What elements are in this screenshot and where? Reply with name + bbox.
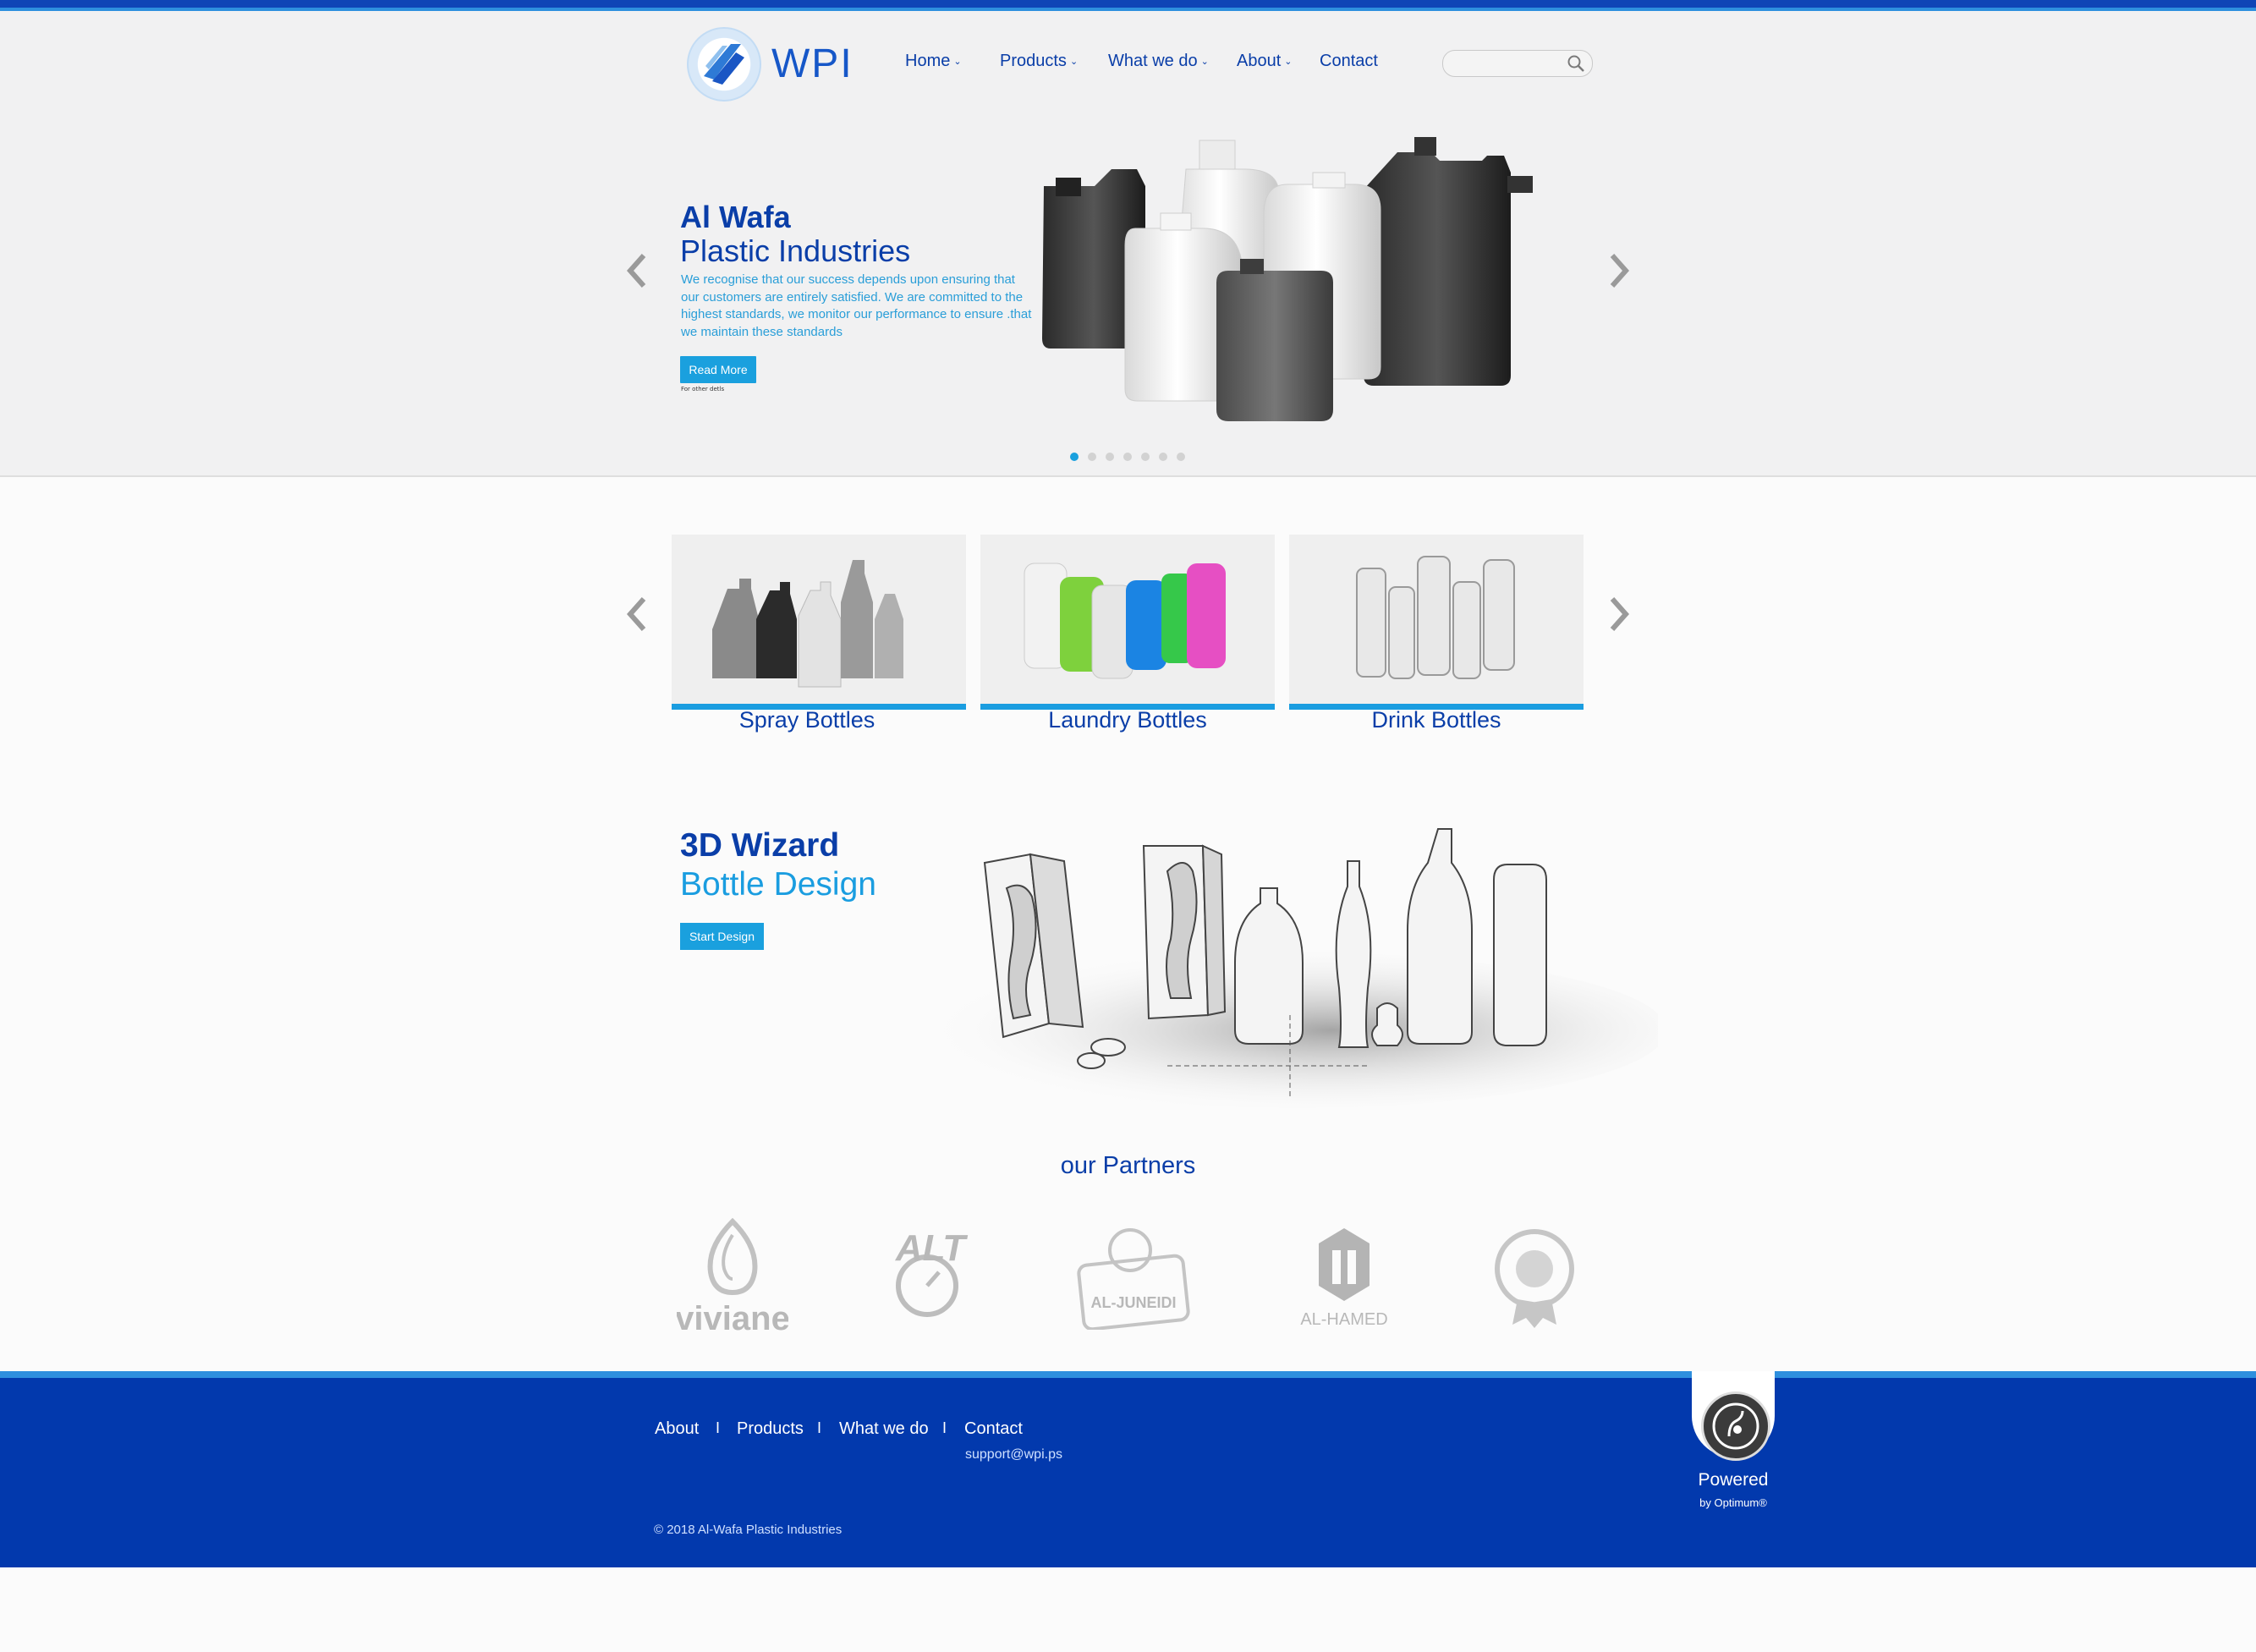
search-icon[interactable] <box>1567 54 1585 73</box>
laundry-bottles-image <box>1024 563 1226 679</box>
category-card-laundry[interactable] <box>980 535 1275 710</box>
nav-what-we-do[interactable]: What we do ⌄ <box>1108 52 1209 71</box>
partner-logo-alt-text: ALT <box>895 1227 968 1269</box>
nav-contact-label: Contact <box>1320 52 1378 70</box>
hero-prev-arrow-icon[interactable] <box>623 252 649 289</box>
partner-logo-alt[interactable]: ALT <box>888 1227 973 1328</box>
hero-next-arrow-icon[interactable] <box>1607 252 1633 289</box>
nav-about[interactable]: About ⌄ <box>1237 52 1292 71</box>
read-more-note: For other detls <box>681 386 725 392</box>
footer-link-contact[interactable]: Contact <box>964 1419 1023 1439</box>
footer-accent-stripe <box>0 1371 2256 1378</box>
slider-dot[interactable] <box>1141 453 1150 461</box>
wpi-logo-icon[interactable] <box>687 27 761 102</box>
chevron-down-icon: ⌄ <box>1200 57 1209 67</box>
category-card-drink[interactable] <box>1289 535 1584 710</box>
category-card-spray[interactable] <box>672 535 966 710</box>
partner-logo-alhamed[interactable]: AL-HAMED <box>1290 1225 1400 1330</box>
chevron-down-icon: ⌄ <box>1284 57 1293 67</box>
footer-email-link[interactable]: support@wpi.ps <box>965 1447 1062 1463</box>
nav-about-label: About <box>1237 52 1282 70</box>
nav-contact[interactable]: Contact <box>1320 52 1378 71</box>
footer-separator: I <box>716 1419 721 1436</box>
copyright: © 2018 Al-Wafa Plastic Industries <box>654 1523 843 1537</box>
hero-product-image <box>1042 137 1533 421</box>
footer-link-products[interactable]: Products <box>737 1419 804 1439</box>
wizard-title-line1: 3D Wizard <box>680 827 840 864</box>
footer-link-about[interactable]: About <box>655 1419 699 1439</box>
spray-bottles-image <box>712 560 903 688</box>
footer-link-what-we-do[interactable]: What we do <box>839 1419 929 1439</box>
category-label-spray[interactable]: Spray Bottles <box>660 707 954 733</box>
slider-dot[interactable] <box>1159 453 1167 461</box>
powered-by-label: by Optimum® <box>1699 1496 1767 1509</box>
start-design-button[interactable]: Start Design <box>680 923 764 950</box>
logo-text[interactable]: WPI <box>771 41 854 87</box>
search-box <box>1442 50 1593 77</box>
chevron-down-icon: ⌄ <box>1069 57 1079 67</box>
chevron-down-icon: ⌄ <box>953 57 962 67</box>
powered-label: Powered <box>1698 1470 1769 1490</box>
partner-logo-aljuneidi-seal[interactable] <box>1492 1227 1577 1328</box>
nav-products[interactable]: Products ⌄ <box>1000 52 1078 71</box>
slider-dot[interactable] <box>1106 453 1114 461</box>
categories-prev-arrow-icon[interactable] <box>623 595 649 633</box>
partners-title: our Partners <box>1060 1152 1196 1179</box>
partner-logo-viviane[interactable]: viviane <box>677 1218 788 1336</box>
slider-dot[interactable] <box>1070 453 1079 461</box>
partner-logo-aljuneidi-text: AL-JUNEIDI <box>1090 1294 1176 1311</box>
hero-title-line1: Al Wafa <box>680 200 791 234</box>
partner-logo-aljuneidi[interactable]: AL-JUNEIDI <box>1074 1227 1193 1330</box>
drink-bottles-image <box>1356 556 1515 679</box>
nav-what-we-do-label: What we do <box>1108 52 1198 70</box>
nav-products-label: Products <box>1000 52 1067 70</box>
slider-dot[interactable] <box>1123 453 1132 461</box>
footer <box>0 1371 2256 1567</box>
slider-dot[interactable] <box>1177 453 1185 461</box>
partner-logo-alhamed-text: AL-HAMED <box>1300 1310 1387 1329</box>
wizard-title-line2: Bottle Design <box>680 866 876 903</box>
categories-next-arrow-icon[interactable] <box>1607 595 1633 633</box>
nav-home-label: Home <box>905 52 951 70</box>
category-label-drink[interactable]: Drink Bottles <box>1289 707 1584 733</box>
footer-separator: I <box>942 1419 947 1436</box>
nav-home[interactable]: Home ⌄ <box>905 52 962 71</box>
hero-description: We recognise that our success depends up… <box>681 272 1032 339</box>
slider-dot[interactable] <box>1088 453 1096 461</box>
category-label-laundry[interactable]: Laundry Bottles <box>980 707 1275 733</box>
search-input[interactable] <box>1452 54 1565 73</box>
bottle-mold-illustration <box>922 828 1658 1108</box>
page-bottom <box>0 1567 2256 1652</box>
read-more-button[interactable]: Read More <box>680 356 756 383</box>
hero-title-line2: Plastic Industries <box>680 233 911 268</box>
optimum-logo-icon[interactable] <box>1701 1391 1770 1461</box>
partner-logo-viviane-text: viviane <box>677 1300 788 1336</box>
top-accent-strip <box>0 0 2256 11</box>
footer-separator: I <box>817 1419 822 1436</box>
